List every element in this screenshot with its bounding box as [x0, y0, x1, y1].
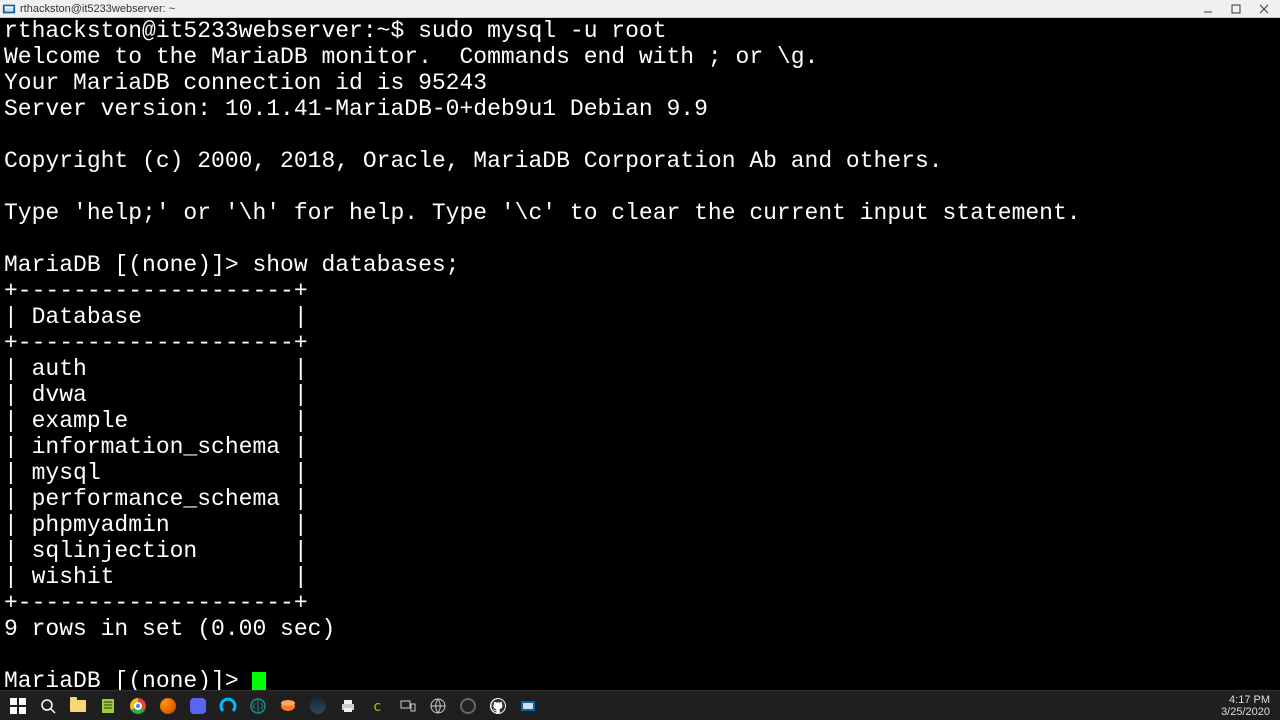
table-border: +--------------------+ [4, 330, 308, 356]
devices-icon[interactable] [394, 692, 422, 720]
discord-icon[interactable] [184, 692, 212, 720]
terminal[interactable]: rthackston@it5233webserver:~$ sudo mysql… [0, 18, 1280, 690]
svg-text:c: c [373, 699, 381, 715]
table-row: | information_schema | [4, 434, 308, 460]
table-row: | auth | [4, 356, 308, 382]
table-border: +--------------------+ [4, 278, 308, 304]
printer-icon[interactable] [334, 692, 362, 720]
notepadpp-icon[interactable] [94, 692, 122, 720]
steam-icon[interactable] [304, 692, 332, 720]
shell-prompt: rthackston@it5233webserver:~$ [4, 18, 418, 44]
server-version-line: Server version: 10.1.41-MariaDB-0+deb9u1… [4, 96, 708, 122]
table-row: | sqlinjection | [4, 538, 308, 564]
clock-time: 4:17 PM [1221, 694, 1270, 706]
window-titlebar: rthackston@it5233webserver: ~ [0, 0, 1280, 18]
result-line: 9 rows in set (0.00 sec) [4, 616, 335, 642]
logitech-icon[interactable] [214, 692, 242, 720]
maximize-button[interactable] [1222, 0, 1250, 18]
table-row: | performance_schema | [4, 486, 308, 512]
help-line: Type 'help;' or '\h' for help. Type '\c'… [4, 200, 1081, 226]
table-row: | dvwa | [4, 382, 308, 408]
window-title: rthackston@it5233webserver: ~ [20, 3, 175, 15]
firefox-icon[interactable] [154, 692, 182, 720]
table-row: | mysql | [4, 460, 308, 486]
mariadb-prompt: MariaDB [(none)]> [4, 252, 252, 278]
cmder-icon[interactable]: c [364, 692, 392, 720]
copyright-line: Copyright (c) 2000, 2018, Oracle, MariaD… [4, 148, 943, 174]
table-header: | Database | [4, 304, 308, 330]
welcome-line: Welcome to the MariaDB monitor. Commands… [4, 44, 818, 70]
table-border: +--------------------+ [4, 590, 308, 616]
globe-icon[interactable] [424, 692, 452, 720]
minimize-button[interactable] [1194, 0, 1222, 18]
file-explorer-icon[interactable] [64, 692, 92, 720]
putty-icon [2, 2, 16, 16]
table-row: | example | [4, 408, 308, 434]
start-button[interactable] [4, 692, 32, 720]
xampp-icon[interactable] [274, 692, 302, 720]
clock-date: 3/25/2020 [1221, 706, 1270, 718]
putty-taskbar-icon[interactable] [514, 692, 542, 720]
table-row: | wishit | [4, 564, 308, 590]
search-icon[interactable] [34, 692, 62, 720]
gitkraken-icon[interactable] [244, 692, 272, 720]
table-row: | phpmyadmin | [4, 512, 308, 538]
taskbar: c 4:17 PM 3/25/2020 [0, 690, 1280, 720]
obs-icon[interactable] [454, 692, 482, 720]
system-clock[interactable]: 4:17 PM 3/25/2020 [1215, 692, 1276, 720]
shell-command: sudo mysql -u root [418, 18, 666, 44]
mariadb-command: show databases; [252, 252, 459, 278]
github-icon[interactable] [484, 692, 512, 720]
chrome-icon[interactable] [124, 692, 152, 720]
cursor [252, 672, 266, 690]
close-button[interactable] [1250, 0, 1278, 18]
mariadb-prompt: MariaDB [(none)]> [4, 668, 252, 690]
connection-id-line: Your MariaDB connection id is 95243 [4, 70, 487, 96]
